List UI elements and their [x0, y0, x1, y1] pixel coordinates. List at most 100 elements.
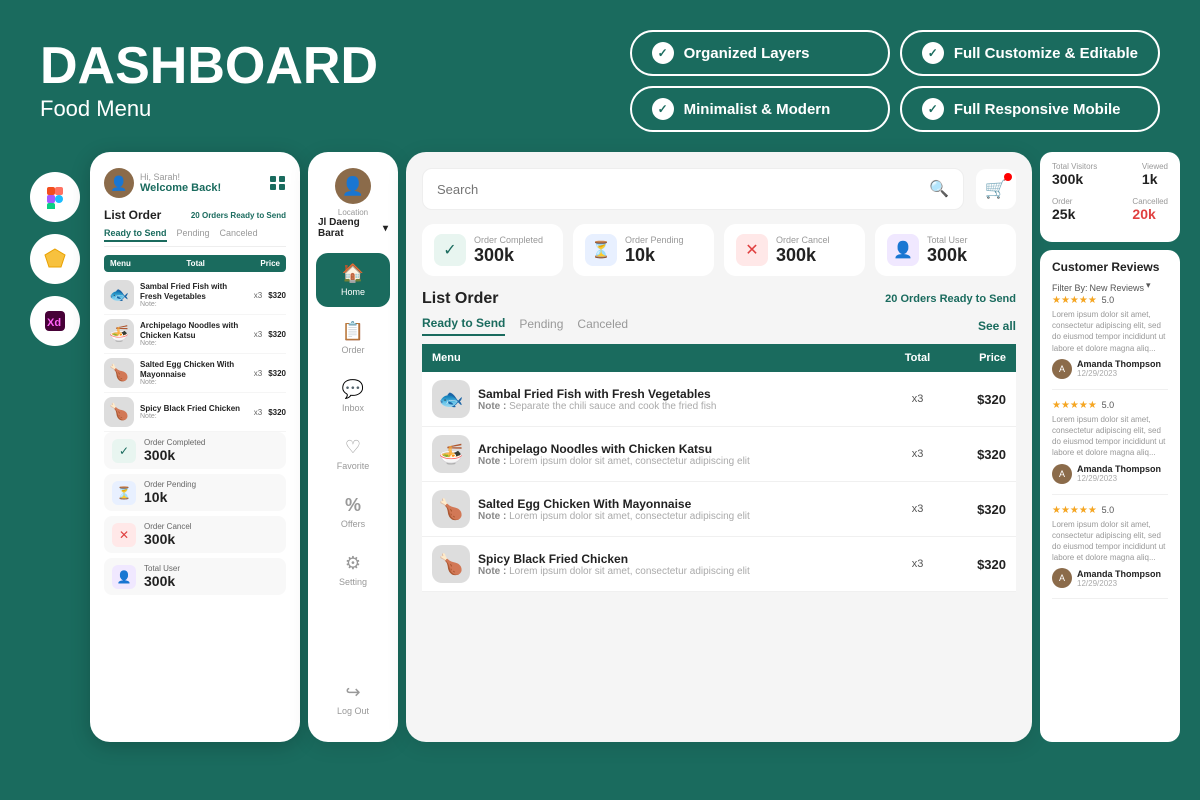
stat-info-completed: Order Completed 300k	[144, 438, 205, 463]
badge-check-icon: ✓	[652, 42, 674, 64]
tab-pending[interactable]: Pending	[519, 317, 563, 335]
offers-icon: %	[345, 495, 361, 516]
food-info-1: Sambal Fried Fish with Fresh Vegetables …	[140, 282, 248, 308]
tab-ready-to-send[interactable]: Ready to Send	[422, 316, 505, 336]
review-user-1: A Amanda Thompson 12/29/2023	[1052, 359, 1168, 379]
stat-card-info-cancel: Order Cancel 300k	[776, 235, 830, 266]
header-title-group: DASHBOARD Food Menu	[40, 40, 378, 122]
stat-card-pending: ⏳ Order Pending 10k	[573, 224, 714, 276]
sidebar-item-home-label: Home	[341, 287, 365, 297]
mobile-list-title: List Order	[104, 208, 161, 222]
stat-info-pending: Order Pending 10k	[144, 480, 196, 505]
list-item: 🐟 Sambal Fried Fish with Fresh Vegetable…	[104, 276, 286, 315]
filter-value: New Reviews	[1090, 283, 1145, 293]
search-icon: 🔍	[929, 179, 949, 199]
food-details-3: Salted Egg Chicken With Mayonnaise Note …	[478, 497, 750, 522]
stat-card-cancel: ✕ Order Cancel 300k	[724, 224, 865, 276]
mobile-tab-ready[interactable]: Ready to Send	[104, 228, 167, 242]
sketch-icon[interactable]	[30, 234, 80, 284]
search-bar[interactable]: 🔍	[422, 168, 964, 210]
see-all-button[interactable]: See all	[978, 319, 1016, 333]
table-cell-food-1: 🐟 Sambal Fried Fish with Fresh Vegetable…	[422, 372, 886, 427]
home-icon: 🏠	[342, 263, 364, 284]
order-tabs: Ready to Send Pending Canceled See all	[422, 316, 1016, 336]
page-header: DASHBOARD Food Menu ✓ Organized Layers ✓…	[0, 0, 1200, 152]
mobile-th-menu: Menu	[110, 259, 131, 268]
page-title: DASHBOARD	[40, 40, 378, 92]
mobile-welcome: Welcome Back!	[140, 182, 221, 194]
review-item-2: ★★★★★ 5.0 Lorem ipsum dolor sit amet, co…	[1052, 400, 1168, 495]
table-header-row: Menu Total Price	[422, 344, 1016, 372]
table-cell-price-1: $320	[949, 372, 1016, 427]
mobile-tab-canceled[interactable]: Canceled	[220, 228, 258, 242]
food-details-2: Archipelago Noodles with Chicken Katsu N…	[478, 442, 750, 467]
mobile-stat-completed: ✓ Order Completed 300k	[104, 432, 286, 469]
table-cell-price-4: $320	[949, 537, 1016, 592]
table-cell-qty-4: x3	[886, 537, 948, 592]
nav-sidebar: 👤 Location Jl Daeng Barat ▾ 🏠 Home 📋 Ord…	[308, 152, 398, 742]
cart-button[interactable]: 🛒	[976, 169, 1016, 209]
table-cell-qty-3: x3	[886, 482, 948, 537]
food-info-3: Salted Egg Chicken With Mayonnaise Note:	[140, 360, 248, 386]
xd-icon[interactable]: Xd	[30, 296, 80, 346]
sidebar-item-favorite-label: Favorite	[337, 461, 370, 471]
svg-text:Xd: Xd	[47, 317, 61, 329]
reviews-header: Customer Reviews	[1052, 260, 1168, 274]
sidebar-item-setting[interactable]: ⚙ Setting	[308, 543, 398, 597]
stat-card-info-pending: Order Pending 10k	[625, 235, 684, 266]
badge-organized-layers-label: Organized Layers	[684, 45, 810, 62]
th-price: Price	[949, 344, 1016, 372]
review-user-info-1: Amanda Thompson 12/29/2023	[1077, 359, 1161, 378]
reviews-filter[interactable]: Filter By: New Reviews ▾	[1052, 280, 1168, 295]
stat-icon-user: 👤	[112, 565, 136, 589]
mobile-tab-pending[interactable]: Pending	[177, 228, 210, 242]
right-stat-row-1: Total Visitors 300k Viewed 1k	[1052, 162, 1168, 189]
chevron-down-icon: ▾	[1146, 280, 1151, 291]
sidebar-item-home[interactable]: 🏠 Home	[316, 253, 390, 307]
mobile-avatar: 👤	[104, 168, 134, 198]
review-avatar-1: A	[1052, 359, 1072, 379]
tool-icons-panel: Xd	[20, 152, 90, 742]
nav-location-value: Jl Daeng Barat ▾	[318, 217, 388, 239]
reviews-title: Customer Reviews	[1052, 260, 1159, 274]
table-cell-food-2: 🍜 Archipelago Noodles with Chicken Katsu…	[422, 427, 886, 482]
badge-check-icon-2: ✓	[922, 42, 944, 64]
mobile-stat-cancel: ✕ Order Cancel 300k	[104, 516, 286, 553]
review-item-1: ★★★★★ 5.0 Lorem ipsum dolor sit amet, co…	[1052, 295, 1168, 390]
mobile-stat-user: 👤 Total User 300k	[104, 558, 286, 595]
table-cell-price-2: $320	[949, 427, 1016, 482]
sidebar-item-inbox-label: Inbox	[342, 403, 364, 413]
figma-icon[interactable]	[30, 172, 80, 222]
review-avatar-3: A	[1052, 568, 1072, 588]
inbox-icon: 💬	[342, 379, 364, 400]
logout-label: Log Out	[337, 706, 369, 716]
stat-card-info-completed: Order Completed 300k	[474, 235, 543, 266]
grid-menu-icon[interactable]	[270, 176, 286, 190]
stat-cards: ✓ Order Completed 300k ⏳ Order Pending 1…	[422, 224, 1016, 276]
mobile-mockup: 👤 Hi, Sarah! Welcome Back! List Order 20…	[90, 152, 300, 742]
food-image-2: 🍜	[104, 319, 134, 349]
order-icon: 📋	[342, 321, 364, 342]
sidebar-item-inbox[interactable]: 💬 Inbox	[308, 369, 398, 423]
logout-button[interactable]: ↪ Log Out	[337, 672, 369, 726]
stat-card-info-user: Total User 300k	[927, 235, 968, 266]
sidebar-item-offers[interactable]: % Offers	[308, 485, 398, 539]
tab-canceled[interactable]: Canceled	[577, 317, 628, 335]
mobile-th-price: Price	[260, 259, 280, 268]
page-subtitle: Food Menu	[40, 96, 378, 122]
th-menu: Menu	[422, 344, 886, 372]
table-row: 🍜 Archipelago Noodles with Chicken Katsu…	[422, 427, 1016, 482]
nav-user-area: 👤 Location Jl Daeng Barat ▾	[308, 168, 398, 239]
badge-minimalist-label: Minimalist & Modern	[684, 101, 831, 118]
table-cell-food-4: 🍗 Spicy Black Fried Chicken Note : Lorem…	[422, 537, 886, 592]
food-thumb-2: 🍜	[432, 435, 470, 473]
table-row: 🐟 Sambal Fried Fish with Fresh Vegetable…	[422, 372, 1016, 427]
right-stats: Total Visitors 300k Viewed 1k Order 25k …	[1040, 152, 1180, 242]
setting-icon: ⚙	[345, 553, 361, 574]
sidebar-item-order[interactable]: 📋 Order	[308, 311, 398, 365]
review-text-3: Lorem ipsum dolor sit amet, consectetur …	[1052, 519, 1168, 564]
sidebar-item-favorite[interactable]: ♡ Favorite	[308, 427, 398, 481]
search-input[interactable]	[437, 182, 921, 197]
review-user-2: A Amanda Thompson 12/29/2023	[1052, 464, 1168, 484]
favorite-icon: ♡	[345, 437, 361, 458]
